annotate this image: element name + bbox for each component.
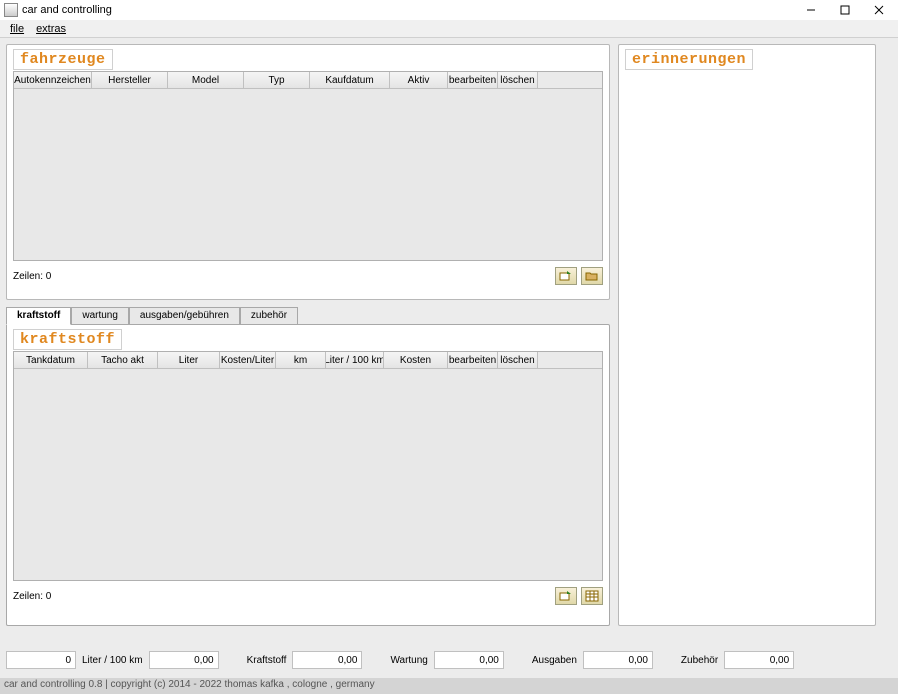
maximize-button[interactable] (828, 0, 862, 20)
status-kraftstoff-label: Kraftstoff (245, 655, 289, 666)
vehicles-table: Autokennzeichen Hersteller Model Typ Kau… (13, 71, 603, 261)
col-km[interactable]: km (276, 352, 326, 368)
reminders-panel: erinnerungen (618, 44, 876, 626)
status-row: 0 Liter / 100 km 0,00 Kraftstoff 0,00 Wa… (6, 650, 892, 670)
minimize-button[interactable] (794, 0, 828, 20)
window-title: car and controlling (22, 4, 794, 16)
vehicles-open-button[interactable] (581, 267, 603, 285)
vehicles-rows-count: Zeilen: 0 (13, 271, 551, 282)
fuel-calc-button[interactable] (581, 587, 603, 605)
vehicles-panel: fahrzeuge Autokennzeichen Hersteller Mod… (6, 44, 610, 300)
status-field-0: 0 (6, 651, 76, 669)
col-tacho[interactable]: Tacho akt (88, 352, 158, 368)
col-fuel-bearbeiten[interactable]: bearbeiten (448, 352, 498, 368)
reminders-title: erinnerungen (625, 49, 753, 70)
tabs-holder: kraftstoff wartung ausgaben/gebühren zub… (6, 306, 610, 626)
vehicles-table-header: Autokennzeichen Hersteller Model Typ Kau… (14, 72, 602, 89)
menu-bar: file extras (0, 20, 898, 38)
col-typ[interactable]: Typ (244, 72, 310, 88)
vehicles-add-button[interactable] (555, 267, 577, 285)
col-model[interactable]: Model (168, 72, 244, 88)
title-bar: car and controlling (0, 0, 898, 20)
col-kostenliter[interactable]: Kosten/Liter (220, 352, 276, 368)
status-ausgaben-label: Ausgaben (530, 655, 579, 666)
fuel-table-header: Tankdatum Tacho akt Liter Kosten/Liter k… (14, 352, 602, 369)
menu-extras[interactable]: extras (30, 23, 72, 35)
col-liter100km[interactable]: Liter / 100 km (326, 352, 384, 368)
app-icon (4, 3, 18, 17)
folder-icon (585, 270, 599, 282)
col-kaufdatum[interactable]: Kaufdatum (310, 72, 390, 88)
col-tankdatum[interactable]: Tankdatum (14, 352, 88, 368)
status-wartung-value: 0,00 (434, 651, 504, 669)
fuel-table: Tankdatum Tacho akt Liter Kosten/Liter k… (13, 351, 603, 581)
status-zubehor-label: Zubehör (679, 655, 720, 666)
fuel-add-button[interactable] (555, 587, 577, 605)
status-liter100km-label: Liter / 100 km (80, 655, 145, 666)
tab-zubehor[interactable]: zubehör (240, 307, 298, 325)
grid-icon (585, 590, 599, 602)
col-loeschen[interactable]: löschen (498, 72, 538, 88)
col-bearbeiten[interactable]: bearbeiten (448, 72, 498, 88)
col-hersteller[interactable]: Hersteller (92, 72, 168, 88)
fuel-title: kraftstoff (13, 329, 122, 350)
col-liter[interactable]: Liter (158, 352, 220, 368)
col-fuel-loeschen[interactable]: löschen (498, 352, 538, 368)
close-button[interactable] (862, 0, 896, 20)
tab-wartung[interactable]: wartung (71, 307, 129, 325)
col-kosten[interactable]: Kosten (384, 352, 448, 368)
status-liter100km-value: 0,00 (149, 651, 219, 669)
main-content: fahrzeuge Autokennzeichen Hersteller Mod… (0, 38, 898, 678)
footer-text: car and controlling 0.8 | copyright (c) … (0, 678, 898, 694)
vehicles-title: fahrzeuge (13, 49, 113, 70)
add-icon (559, 590, 573, 602)
status-ausgaben-value: 0,00 (583, 651, 653, 669)
menu-file[interactable]: file (4, 23, 30, 35)
fuel-panel: kraftstoff Tankdatum Tacho akt Liter Kos… (6, 324, 610, 626)
col-aktiv[interactable]: Aktiv (390, 72, 448, 88)
tab-strip: kraftstoff wartung ausgaben/gebühren zub… (6, 306, 610, 324)
fuel-rows-count: Zeilen: 0 (13, 591, 551, 602)
add-icon (559, 270, 573, 282)
col-autokennzeichen[interactable]: Autokennzeichen (14, 72, 92, 88)
tab-kraftstoff[interactable]: kraftstoff (6, 307, 71, 325)
status-zubehor-value: 0,00 (724, 651, 794, 669)
status-kraftstoff-value: 0,00 (292, 651, 362, 669)
tab-ausgaben[interactable]: ausgaben/gebühren (129, 307, 240, 325)
status-wartung-label: Wartung (388, 655, 429, 666)
